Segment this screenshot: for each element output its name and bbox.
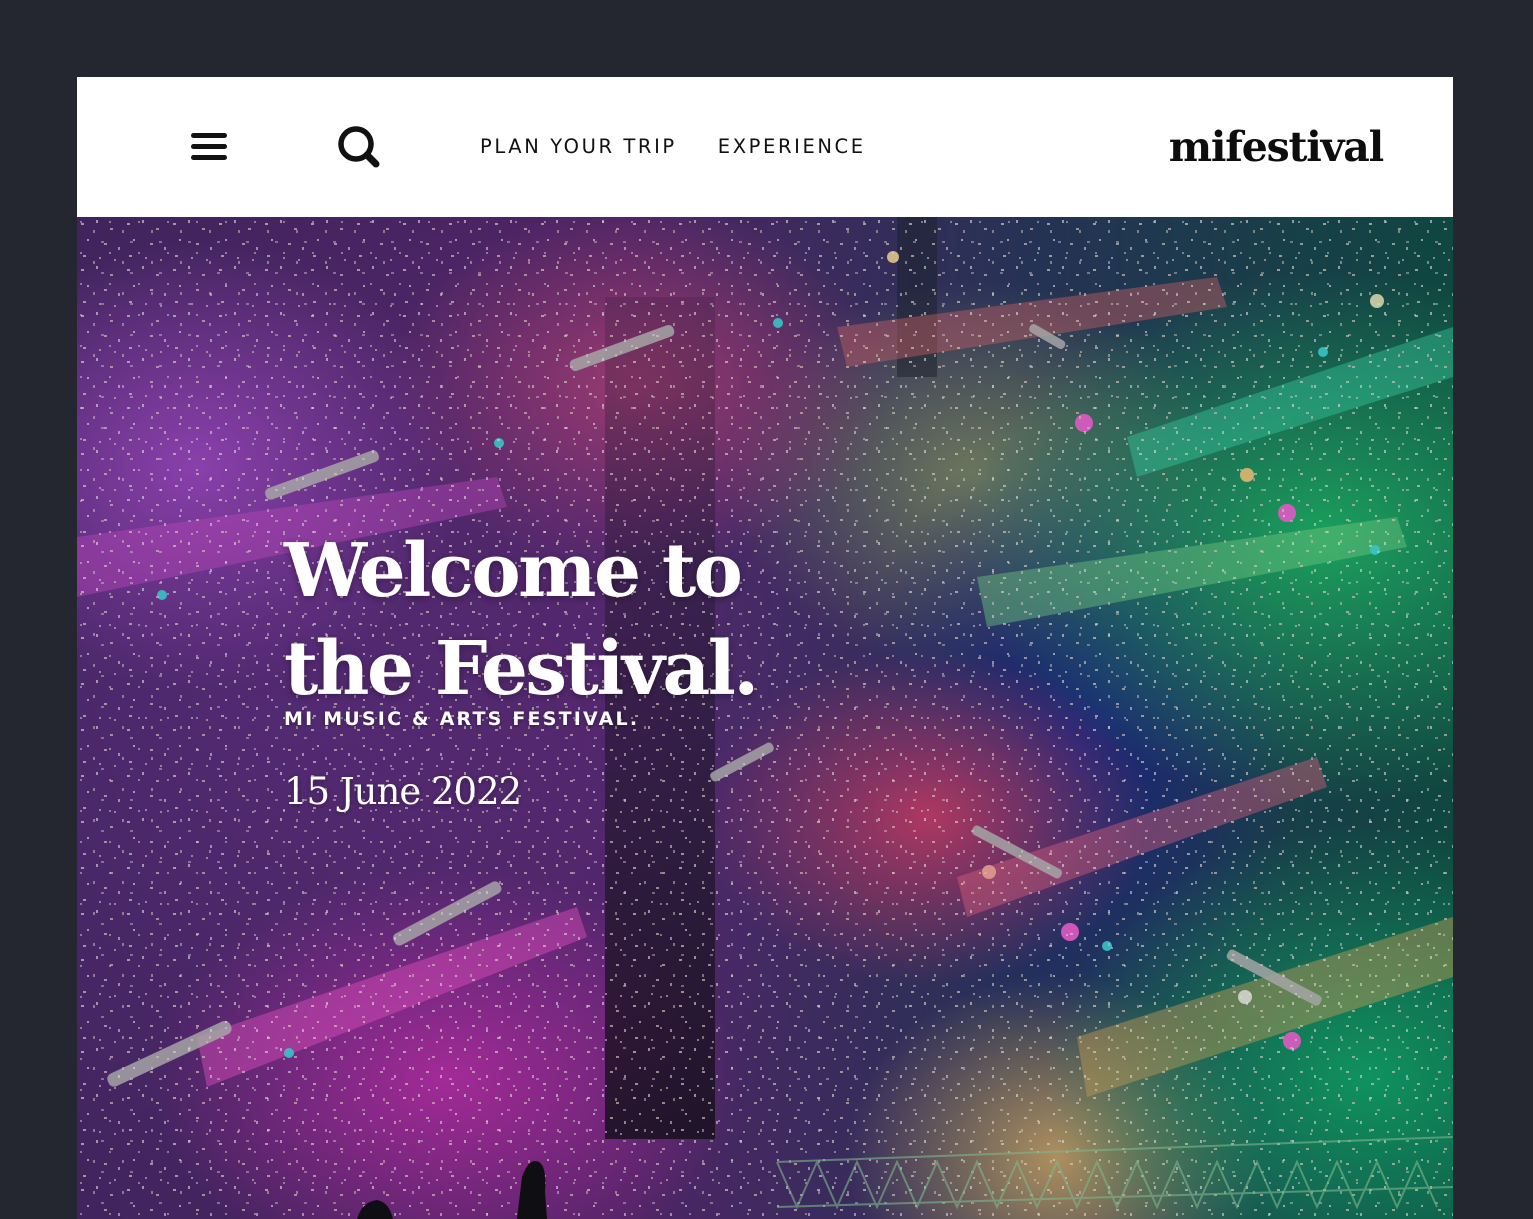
hero-subtitle: MI MUSIC & ARTS FESTIVAL. (284, 708, 640, 730)
hero-title: Welcome to the Festival. (284, 522, 844, 718)
site-logo[interactable]: mifestival (1169, 121, 1384, 173)
site-header: PLAN YOUR TRIP EXPERIENCE mifestival (77, 77, 1453, 217)
menu-icon-bar (191, 144, 227, 149)
menu-icon-bar (191, 133, 227, 138)
menu-icon-bar (191, 155, 227, 160)
event-date: 15 June 2022 (284, 770, 522, 813)
hero-banner: Welcome to the Festival. MI MUSIC & ARTS… (77, 217, 1453, 1219)
menu-button[interactable] (185, 129, 233, 165)
search-icon (338, 126, 380, 168)
search-button[interactable] (335, 123, 383, 171)
page-frame: PLAN YOUR TRIP EXPERIENCE mifestival Wel… (77, 77, 1453, 1219)
main-nav: PLAN YOUR TRIP EXPERIENCE (480, 134, 866, 160)
nav-experience[interactable]: EXPERIENCE (718, 134, 866, 160)
hero-title-line1: Welcome to (284, 528, 743, 614)
hero-title-line2: the Festival. (284, 626, 759, 712)
nav-plan-your-trip[interactable]: PLAN YOUR TRIP (480, 134, 677, 160)
hero-text-block: Welcome to the Festival. MI MUSIC & ARTS… (284, 522, 844, 813)
